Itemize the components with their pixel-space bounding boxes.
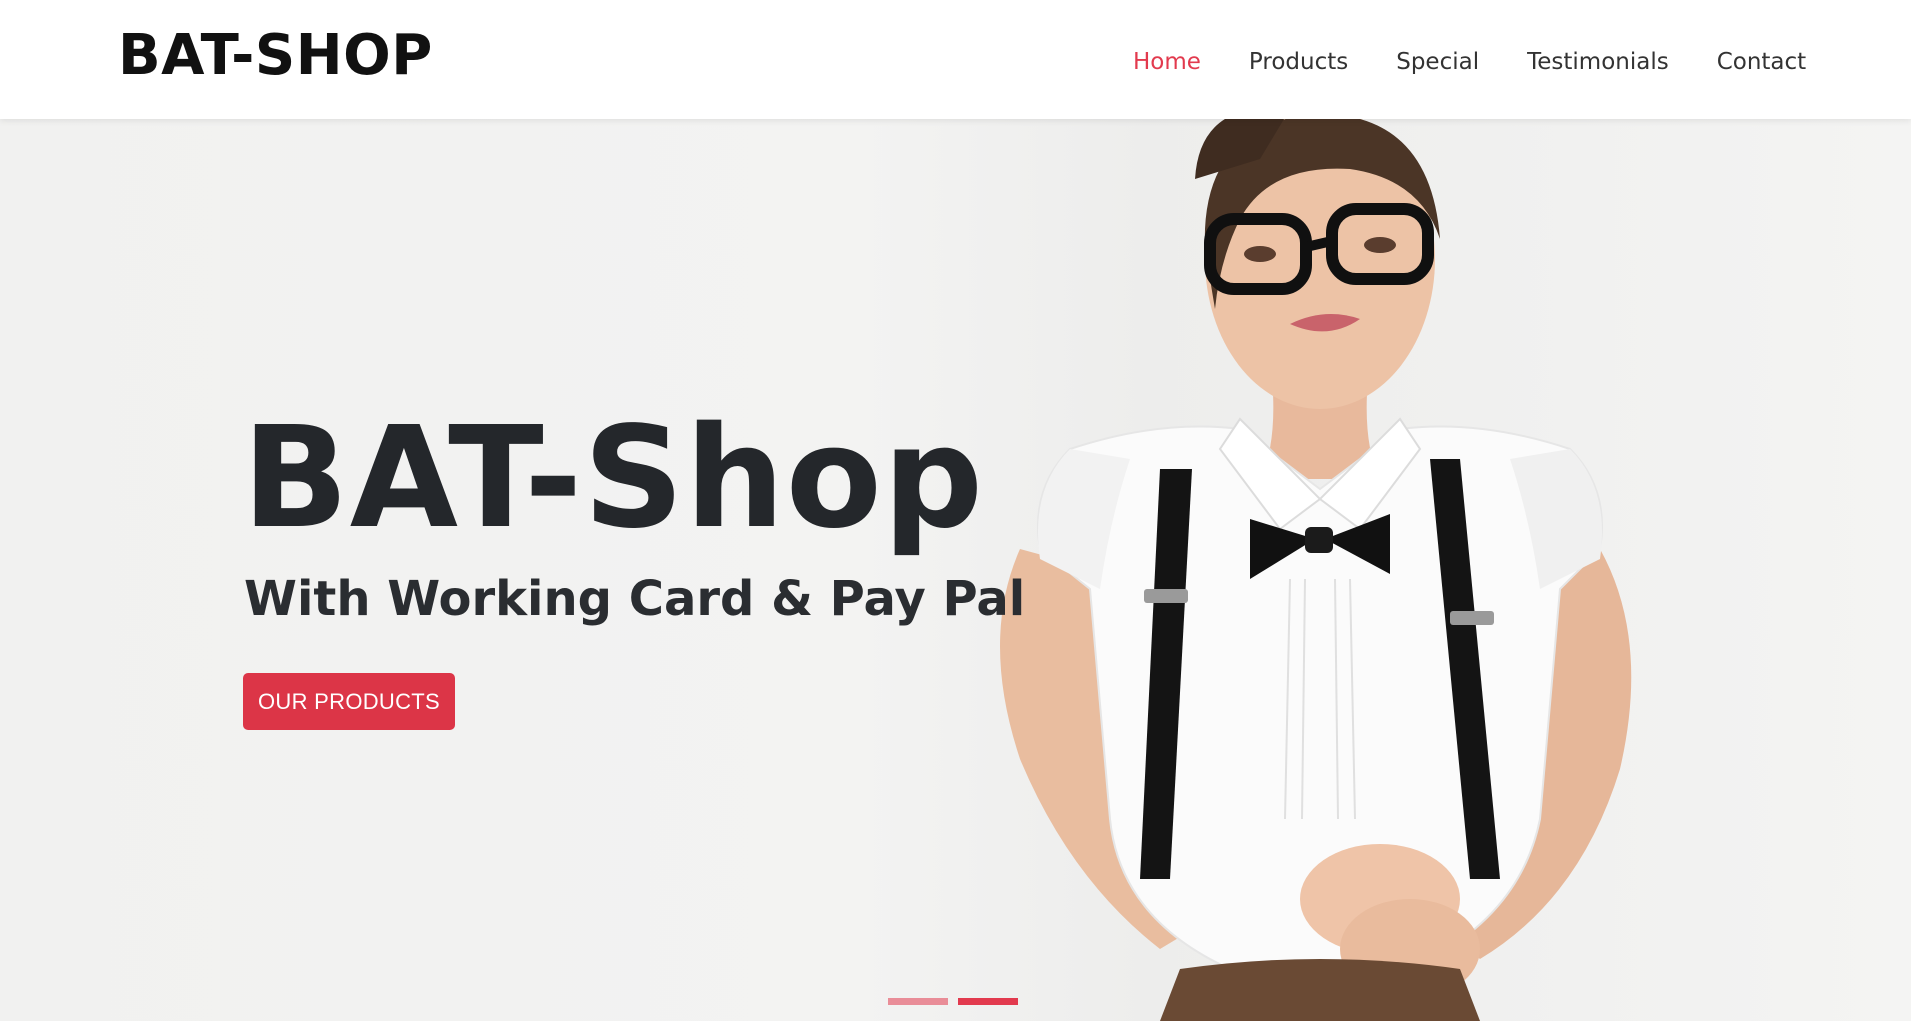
hero-subtitle: With Working Card & Pay Pal — [244, 571, 1026, 627]
nav-link-contact[interactable]: Contact — [1717, 44, 1806, 80]
carousel-indicator-1[interactable] — [888, 998, 948, 1005]
navbar: BAT-SHOP Home Products Special Testimoni… — [0, 0, 1911, 119]
hero-carousel: BAT-Shop With Working Card & Pay Pal OUR… — [0, 119, 1911, 1021]
nav-link-testimonials[interactable]: Testimonials — [1527, 44, 1669, 80]
carousel-indicators — [888, 998, 1018, 1005]
hero-model-image — [1000, 119, 1632, 1021]
hero-title: BAT-Shop — [242, 397, 985, 560]
nav-menu: Home Products Special Testimonials Conta… — [1133, 44, 1806, 80]
nav-link-home[interactable]: Home — [1133, 44, 1201, 80]
hero-caption: BAT-Shop With Working Card & Pay Pal — [242, 399, 1025, 629]
brand-logo[interactable]: BAT-SHOP — [118, 20, 433, 92]
nav-link-products[interactable]: Products — [1249, 44, 1348, 80]
carousel-indicator-2[interactable] — [958, 998, 1018, 1005]
our-products-button[interactable]: OUR PRODUCTS — [243, 673, 455, 730]
nav-link-special[interactable]: Special — [1396, 44, 1479, 80]
